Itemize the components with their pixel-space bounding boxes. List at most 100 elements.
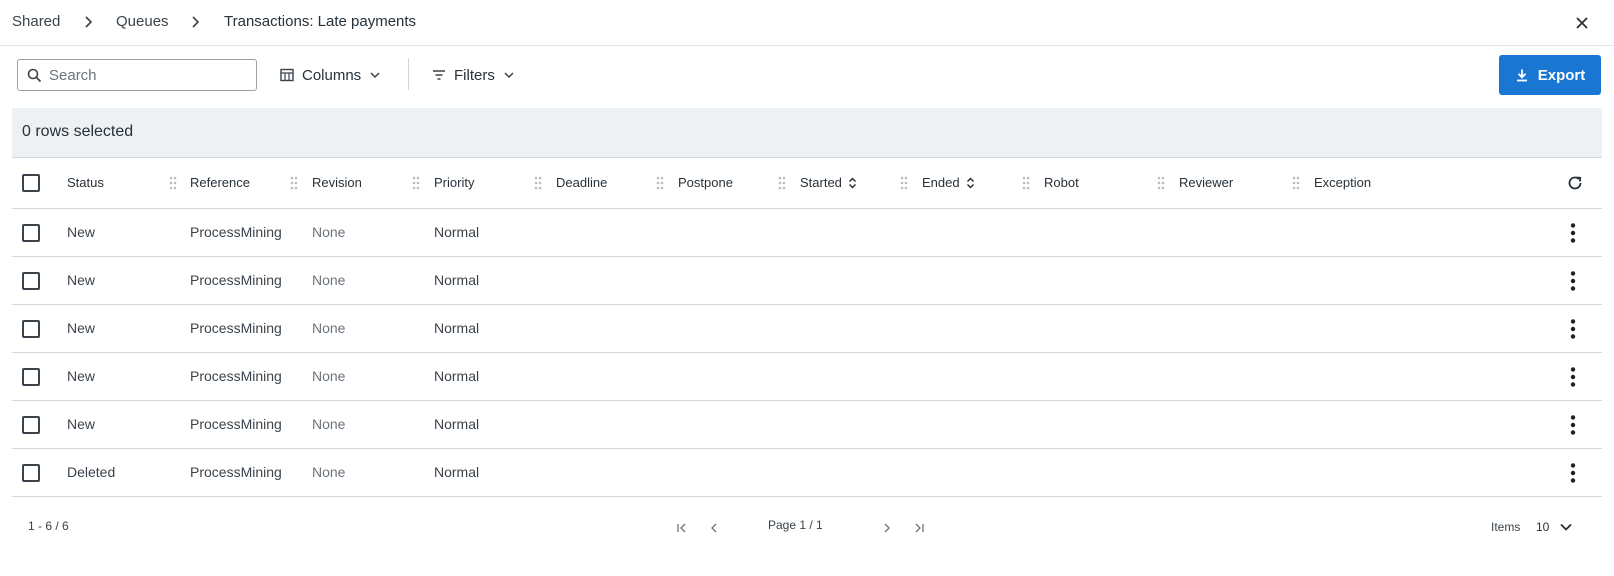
cell-reference: ProcessMining xyxy=(190,416,282,432)
row-checkbox[interactable] xyxy=(22,416,40,434)
table-row[interactable]: New ProcessMining None Normal xyxy=(12,305,1602,353)
sort-icon[interactable] xyxy=(848,176,857,189)
cell-priority: Normal xyxy=(434,224,480,240)
drag-handle-icon[interactable] xyxy=(1292,175,1300,191)
column-header-revision[interactable]: Revision xyxy=(312,175,362,190)
cell-reference: ProcessMining xyxy=(190,272,282,288)
page-header: Shared Queues Transactions: Late payment… xyxy=(0,0,1614,46)
column-label: Postpone xyxy=(678,175,733,190)
column-label: Deadline xyxy=(556,175,608,190)
drag-handle-icon[interactable] xyxy=(290,175,298,191)
row-checkbox[interactable] xyxy=(22,224,40,242)
more-vertical-icon[interactable] xyxy=(1561,269,1585,293)
cell-reference: ProcessMining xyxy=(190,368,282,384)
column-header-started[interactable]: Started xyxy=(800,175,857,190)
drag-handle-icon[interactable] xyxy=(1022,175,1030,191)
column-header-exception[interactable]: Exception xyxy=(1314,175,1371,190)
column-header-robot[interactable]: Robot xyxy=(1044,175,1079,190)
row-checkbox[interactable] xyxy=(22,368,40,386)
cell-reference: ProcessMining xyxy=(190,464,282,480)
column-header-ended[interactable]: Ended xyxy=(922,175,975,190)
cell-priority: Normal xyxy=(434,368,480,384)
table-row[interactable]: Deleted ProcessMining None Normal xyxy=(12,449,1602,497)
search-icon xyxy=(27,68,42,83)
toolbar: Columns Filters Export xyxy=(0,46,1614,108)
chevron-right-icon xyxy=(85,16,93,28)
column-label: Reviewer xyxy=(1179,175,1234,190)
export-label: Export xyxy=(1537,66,1586,84)
cell-status: New xyxy=(67,320,96,336)
cell-reference: ProcessMining xyxy=(190,224,282,240)
column-label: Robot xyxy=(1044,175,1079,190)
breadcrumb-shared[interactable]: Shared xyxy=(12,12,60,32)
more-vertical-icon[interactable] xyxy=(1561,461,1585,485)
cell-status: New xyxy=(67,224,96,240)
column-label: Started xyxy=(800,175,842,190)
search-field[interactable] xyxy=(17,59,257,91)
table-row[interactable]: New ProcessMining None Normal xyxy=(12,257,1602,305)
close-icon[interactable] xyxy=(1571,12,1593,34)
table-header: Status Reference Revision Priority Deadl… xyxy=(12,158,1602,209)
select-all-checkbox[interactable] xyxy=(22,174,40,192)
row-checkbox[interactable] xyxy=(22,320,40,338)
cell-priority: Normal xyxy=(434,272,480,288)
drag-handle-icon[interactable] xyxy=(169,175,177,191)
cell-revision: None xyxy=(312,416,346,432)
drag-handle-icon[interactable] xyxy=(412,175,420,191)
export-button[interactable]: Export xyxy=(1499,55,1601,95)
refresh-icon[interactable] xyxy=(1565,173,1585,193)
column-label: Reference xyxy=(190,175,250,190)
items-per-page-value: 10 xyxy=(1536,520,1550,534)
row-checkbox[interactable] xyxy=(22,272,40,290)
more-vertical-icon[interactable] xyxy=(1561,317,1585,341)
drag-handle-icon[interactable] xyxy=(534,175,542,191)
column-label: Status xyxy=(67,175,104,190)
cell-revision: None xyxy=(312,224,346,240)
cell-revision: None xyxy=(312,464,346,480)
page-title: Transactions: Late payments xyxy=(224,13,417,30)
cell-status: New xyxy=(67,272,96,288)
more-vertical-icon[interactable] xyxy=(1561,221,1585,245)
drag-handle-icon[interactable] xyxy=(778,175,786,191)
first-page-icon[interactable] xyxy=(675,521,689,535)
filters-button[interactable]: Filters xyxy=(432,59,515,91)
cell-status: New xyxy=(67,416,96,432)
pagination-bar: 1 - 6 / 6 Page 1 / 1 Items 10 xyxy=(0,509,1614,549)
sort-icon[interactable] xyxy=(966,176,975,189)
chevron-down-icon xyxy=(370,72,380,79)
more-vertical-icon[interactable] xyxy=(1561,413,1585,437)
cell-revision: None xyxy=(312,368,346,384)
cell-status: Deleted xyxy=(67,464,116,480)
column-header-reference[interactable]: Reference xyxy=(190,175,250,190)
next-page-icon[interactable] xyxy=(880,521,894,535)
columns-button[interactable]: Columns xyxy=(280,59,381,91)
cell-revision: None xyxy=(312,320,346,336)
column-header-postpone[interactable]: Postpone xyxy=(678,175,733,190)
breadcrumb-queues[interactable]: Queues xyxy=(116,12,169,32)
table-row[interactable]: New ProcessMining None Normal xyxy=(12,401,1602,449)
drag-handle-icon[interactable] xyxy=(900,175,908,191)
cell-status: New xyxy=(67,368,96,384)
column-header-status[interactable]: Status xyxy=(67,175,104,190)
column-header-priority[interactable]: Priority xyxy=(434,175,474,190)
drag-handle-icon[interactable] xyxy=(1157,175,1165,191)
more-vertical-icon[interactable] xyxy=(1561,365,1585,389)
items-per-page-select[interactable]: 10 xyxy=(1534,515,1590,539)
items-per-page-label: Items xyxy=(1491,520,1521,534)
chevron-down-icon xyxy=(504,72,514,79)
cell-revision: None xyxy=(312,272,346,288)
table-row[interactable]: New ProcessMining None Normal xyxy=(12,353,1602,401)
row-checkbox[interactable] xyxy=(22,464,40,482)
last-page-icon[interactable] xyxy=(912,521,926,535)
drag-handle-icon[interactable] xyxy=(656,175,664,191)
column-header-reviewer[interactable]: Reviewer xyxy=(1179,175,1233,190)
column-header-deadline[interactable]: Deadline xyxy=(556,175,607,190)
selection-bar: 0 rows selected xyxy=(12,108,1602,158)
previous-page-icon[interactable] xyxy=(707,521,721,535)
filter-icon xyxy=(433,70,445,80)
table-row[interactable]: New ProcessMining None Normal xyxy=(12,209,1602,257)
columns-label: Columns xyxy=(302,66,362,84)
search-input[interactable] xyxy=(49,60,249,90)
page-indicator: Page 1 / 1 xyxy=(768,518,823,532)
column-label: Ended xyxy=(922,175,960,190)
